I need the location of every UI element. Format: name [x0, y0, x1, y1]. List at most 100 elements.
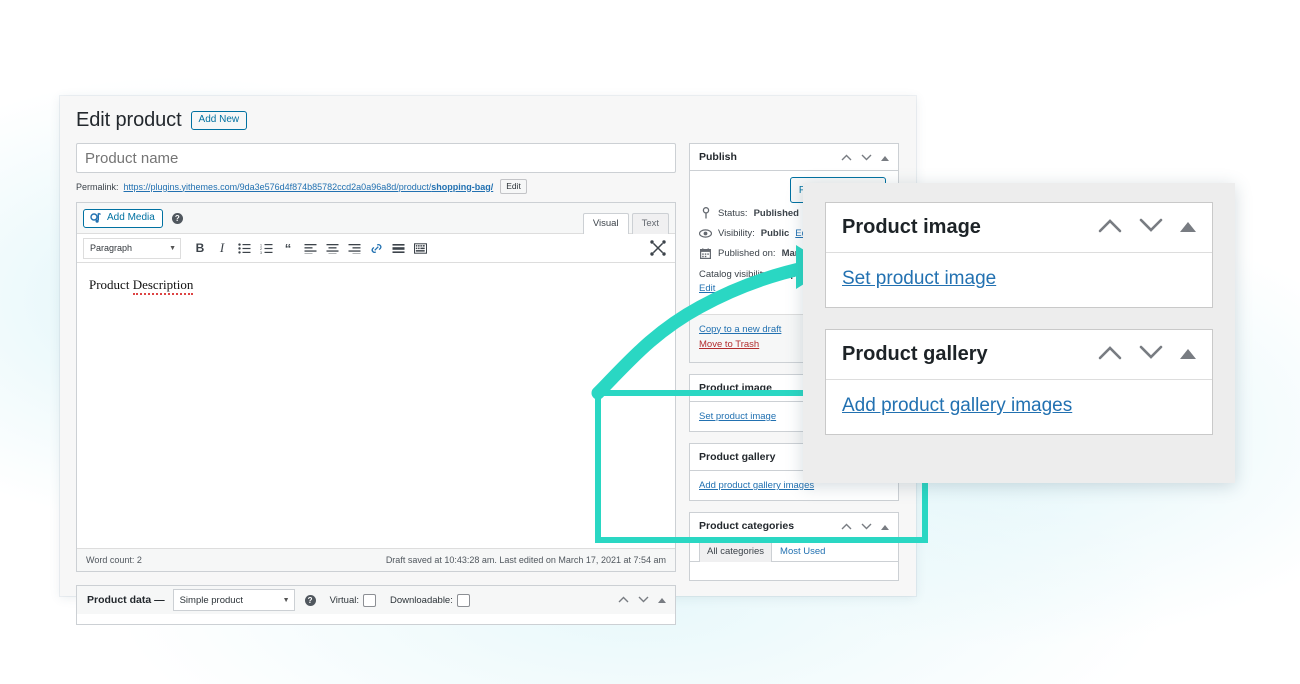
- editor-format-toolbar: Paragraph ▼ B I 123 “: [77, 234, 675, 263]
- move-up-icon[interactable]: [618, 594, 629, 606]
- read-more-icon[interactable]: [388, 238, 408, 258]
- publish-header: Publish: [690, 144, 898, 171]
- distraction-free-icon[interactable]: [649, 239, 667, 257]
- move-down-icon[interactable]: [1139, 218, 1163, 238]
- wordpress-admin-card: Edit product Add New Permalink: https://…: [60, 96, 916, 625]
- move-up-icon[interactable]: [1098, 345, 1122, 365]
- permalink-edit-button[interactable]: Edit: [500, 179, 527, 194]
- editor-column: Permalink: https://plugins.yithemes.com/…: [76, 143, 676, 625]
- product-categories-toggles: [841, 517, 889, 535]
- italic-icon[interactable]: I: [212, 238, 232, 258]
- virtual-checkbox-row[interactable]: Virtual:: [330, 593, 376, 607]
- pin-icon: [699, 207, 712, 219]
- svg-text:3: 3: [260, 251, 262, 254]
- publish-title: Publish: [699, 151, 737, 163]
- product-type-select[interactable]: Simple product ▼: [172, 589, 295, 611]
- permalink-label: Permalink:: [76, 181, 119, 192]
- add-new-button[interactable]: Add New: [190, 110, 248, 130]
- chevron-down-icon: ▼: [169, 244, 176, 252]
- page-title: Edit product: [76, 108, 182, 131]
- tab-visual[interactable]: Visual: [582, 213, 629, 234]
- popup-product-image-toggles: [1098, 218, 1196, 238]
- chevron-down-icon: ▼: [282, 596, 290, 604]
- media-icon: [90, 212, 102, 224]
- collapse-icon[interactable]: [658, 594, 666, 606]
- collapse-icon[interactable]: [1180, 219, 1196, 237]
- tab-text[interactable]: Text: [631, 213, 669, 234]
- misspelled-word: Description: [132, 277, 194, 295]
- tab-all-categories[interactable]: All categories: [699, 539, 773, 562]
- move-down-icon[interactable]: [861, 517, 872, 535]
- page-header: Edit product Add New: [76, 106, 900, 134]
- visibility-value: Public: [760, 228, 790, 239]
- popup-product-gallery-box: Product gallery Add product gallery imag…: [825, 329, 1213, 435]
- status-value: Published: [753, 207, 799, 219]
- product-image-title: Product image: [699, 381, 772, 394]
- editor-status-bar: Word count: 2 Draft saved at 10:43:28 am…: [77, 548, 675, 571]
- popup-product-gallery-header: Product gallery: [826, 330, 1212, 380]
- popup-product-image-title: Product image: [842, 216, 981, 238]
- popup-product-image-box: Product image Set product image: [825, 202, 1213, 308]
- toolbar-toggle-icon[interactable]: [410, 238, 430, 258]
- product-gallery-title: Product gallery: [699, 450, 776, 463]
- downloadable-checkbox[interactable]: [456, 593, 470, 607]
- paragraph-format-select[interactable]: Paragraph ▼: [83, 237, 181, 259]
- popup-add-product-gallery-images-link[interactable]: Add product gallery images: [842, 395, 1072, 416]
- collapse-icon[interactable]: [881, 148, 889, 166]
- word-count: Word count: 2: [86, 555, 142, 565]
- bulleted-list-icon[interactable]: [234, 238, 254, 258]
- insert-link-icon[interactable]: [366, 238, 386, 258]
- screenshot-stage: Edit product Add New Permalink: https://…: [0, 0, 1300, 684]
- editor-paragraph: Product Description: [89, 277, 194, 295]
- editor-content-area[interactable]: Product Description: [77, 263, 675, 548]
- popup-product-image-body: Set product image: [826, 253, 1212, 307]
- product-data-help-icon[interactable]: ?: [304, 594, 316, 606]
- permalink-row: Permalink: https://plugins.yithemes.com/…: [76, 179, 676, 194]
- product-categories-header: Product categories: [690, 512, 898, 540]
- add-media-button[interactable]: Add Media: [83, 208, 163, 228]
- downloadable-checkbox-row[interactable]: Downloadable:: [390, 593, 470, 607]
- collapse-icon[interactable]: [881, 517, 889, 535]
- move-down-icon[interactable]: [638, 594, 649, 606]
- product-data-title: Product data —: [87, 594, 165, 606]
- draft-saved-status: Draft saved at 10:43:28 am. Last edited …: [385, 555, 666, 565]
- product-data-header: Product data — Simple product ▼ ? Virtua…: [77, 586, 675, 614]
- bold-icon[interactable]: B: [190, 238, 210, 258]
- blockquote-icon[interactable]: “: [278, 238, 298, 258]
- publish-toggles: [841, 148, 889, 166]
- add-product-gallery-images-link[interactable]: Add product gallery images: [699, 480, 814, 491]
- popup-set-product-image-link[interactable]: Set product image: [842, 268, 996, 289]
- help-icon[interactable]: ?: [171, 212, 183, 224]
- add-media-label: Add Media: [107, 212, 155, 223]
- published-on-value: Mar: [781, 248, 799, 259]
- editor-mode-tabs: Visual Text: [582, 213, 669, 234]
- align-center-icon[interactable]: [322, 238, 342, 258]
- zoom-callout-popup: Product image Set product image Product …: [803, 183, 1235, 483]
- status-label: Status:: [718, 207, 748, 219]
- product-categories-title: Product categories: [699, 519, 795, 532]
- numbered-list-icon[interactable]: 123: [256, 238, 276, 258]
- popup-product-gallery-title: Product gallery: [842, 343, 988, 365]
- popup-product-gallery-body: Add product gallery images: [826, 380, 1212, 434]
- product-name-input[interactable]: [76, 143, 676, 173]
- align-right-icon[interactable]: [344, 238, 364, 258]
- virtual-checkbox[interactable]: [363, 593, 376, 607]
- catalog-edit-link[interactable]: Edit: [699, 283, 715, 294]
- move-down-icon[interactable]: [861, 148, 872, 166]
- move-down-icon[interactable]: [1139, 345, 1163, 365]
- product-categories-tabs: All categories Most Used: [690, 539, 898, 562]
- tab-most-used[interactable]: Most Used: [772, 540, 833, 561]
- catalog-value: Shop: [772, 269, 797, 280]
- set-product-image-link[interactable]: Set product image: [699, 411, 776, 422]
- product-data-toggles: [618, 594, 666, 606]
- eye-icon: [699, 229, 712, 238]
- popup-product-image-header: Product image: [826, 203, 1212, 253]
- align-left-icon[interactable]: [300, 238, 320, 258]
- permalink-url[interactable]: https://plugins.yithemes.com/9da3e576d4f…: [124, 182, 494, 192]
- catalog-label: Catalog visibility:: [699, 269, 770, 280]
- collapse-icon[interactable]: [1180, 346, 1196, 364]
- move-up-icon[interactable]: [841, 517, 852, 535]
- move-up-icon[interactable]: [841, 148, 852, 166]
- content-editor: Add Media ? Visual Text Paragraph ▼ B I …: [76, 202, 676, 572]
- move-up-icon[interactable]: [1098, 218, 1122, 238]
